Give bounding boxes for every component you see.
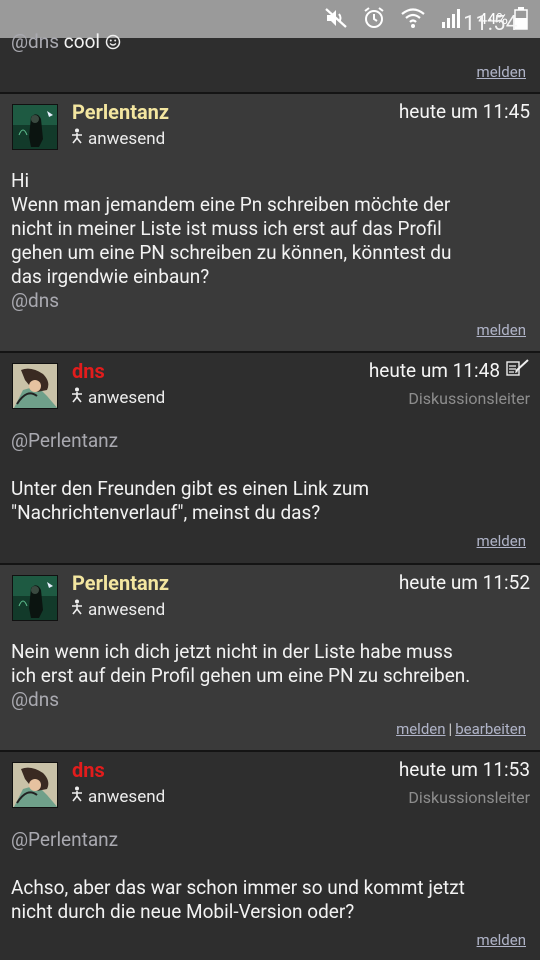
post-time: heute um 11:48 <box>369 359 530 382</box>
mention-link[interactable]: @dns <box>11 688 530 712</box>
edited-icon <box>506 359 530 382</box>
post-body: @dns cool <box>11 30 530 54</box>
body-line: Wenn man jemandem eine Pn schreiben möch… <box>11 193 451 216</box>
username[interactable]: Perlentanz <box>72 100 169 124</box>
username[interactable]: dns <box>72 758 105 782</box>
status-text: anwesend <box>88 599 166 620</box>
status-text: anwesend <box>88 786 166 807</box>
person-icon <box>70 128 84 149</box>
smiley-icon <box>105 30 121 53</box>
post: dns anwesend heute um 11:48 Diskussionsl… <box>0 353 540 565</box>
report-link[interactable]: melden <box>477 532 526 550</box>
avatar[interactable] <box>12 762 58 808</box>
user-status: anwesend <box>70 599 165 620</box>
edit-link[interactable]: bearbeiten <box>455 720 526 738</box>
post-text: cool <box>63 30 101 53</box>
alarm-icon <box>362 6 386 30</box>
body-line: Hi <box>11 169 30 192</box>
post-body: @Perlentanz Achso, aber das war schon im… <box>11 828 530 924</box>
report-link[interactable]: melden <box>477 63 526 81</box>
body-line: ich erst auf dein Profil gehen um eine P… <box>11 664 471 687</box>
post-time: heute um 11:52 <box>398 571 530 594</box>
user-role: Diskussionsleiter <box>408 389 530 408</box>
username[interactable]: dns <box>72 359 105 383</box>
avatar[interactable] <box>12 104 58 150</box>
body-line: Nein wenn ich dich jetzt nicht in der Li… <box>11 640 453 663</box>
mention-link[interactable]: @dns <box>11 289 530 313</box>
mention-link[interactable]: @dns <box>11 30 59 53</box>
avatar[interactable] <box>12 575 58 621</box>
body-line: Achso, aber das war schon immer so und k… <box>11 876 465 899</box>
post-body: Nein wenn ich dich jetzt nicht in der Li… <box>11 640 530 712</box>
body-line: nicht in meiner Liste ist muss ich erst … <box>11 217 442 240</box>
wifi-icon <box>400 7 426 29</box>
post: dns anwesend heute um 11:53 Diskussionsl… <box>0 752 540 960</box>
mute-icon <box>324 7 348 29</box>
user-status: anwesend <box>70 128 165 149</box>
post-body: Hi Wenn man jemandem eine Pn schreiben m… <box>11 169 530 313</box>
post-time-text: heute um 11:48 <box>368 359 500 382</box>
report-link[interactable]: melden <box>477 321 526 339</box>
user-role: Diskussionsleiter <box>408 788 530 807</box>
person-icon <box>70 387 84 408</box>
report-link[interactable]: melden <box>477 931 526 949</box>
body-line: "Nachrichtenverlauf", meinst du das? <box>11 501 321 524</box>
user-status: anwesend <box>70 387 165 408</box>
body-line: nicht durch die neue Mobil-Version oder? <box>11 900 355 923</box>
mention-link[interactable]: @Perlentanz <box>11 429 530 453</box>
post: Perlentanz anwesend heute um 11:45 Hi We… <box>0 94 540 353</box>
status-text: anwesend <box>88 387 166 408</box>
body-line: gehen um eine PN schreiben zu können, kö… <box>11 241 452 264</box>
signal-icon <box>440 7 464 29</box>
separator: | <box>448 720 453 738</box>
post-time: heute um 11:45 <box>398 100 530 123</box>
person-icon <box>70 786 84 807</box>
body-line: Unter den Freunden gibt es einen Link zu… <box>11 477 370 500</box>
avatar[interactable] <box>12 363 58 409</box>
body-line: das irgendwie einbaun? <box>11 265 210 288</box>
mention-link[interactable]: @Perlentanz <box>11 828 530 852</box>
status-text: anwesend <box>88 128 166 149</box>
post-time: heute um 11:53 <box>398 758 530 781</box>
post-body: @Perlentanz Unter den Freunden gibt es e… <box>11 429 530 525</box>
post: Perlentanz anwesend heute um 11:52 Nein … <box>0 565 540 752</box>
username[interactable]: Perlentanz <box>72 571 169 595</box>
person-icon <box>70 599 84 620</box>
user-status: anwesend <box>70 786 165 807</box>
post-partial: @dns cool melden <box>0 30 540 94</box>
report-link[interactable]: melden <box>396 720 445 738</box>
